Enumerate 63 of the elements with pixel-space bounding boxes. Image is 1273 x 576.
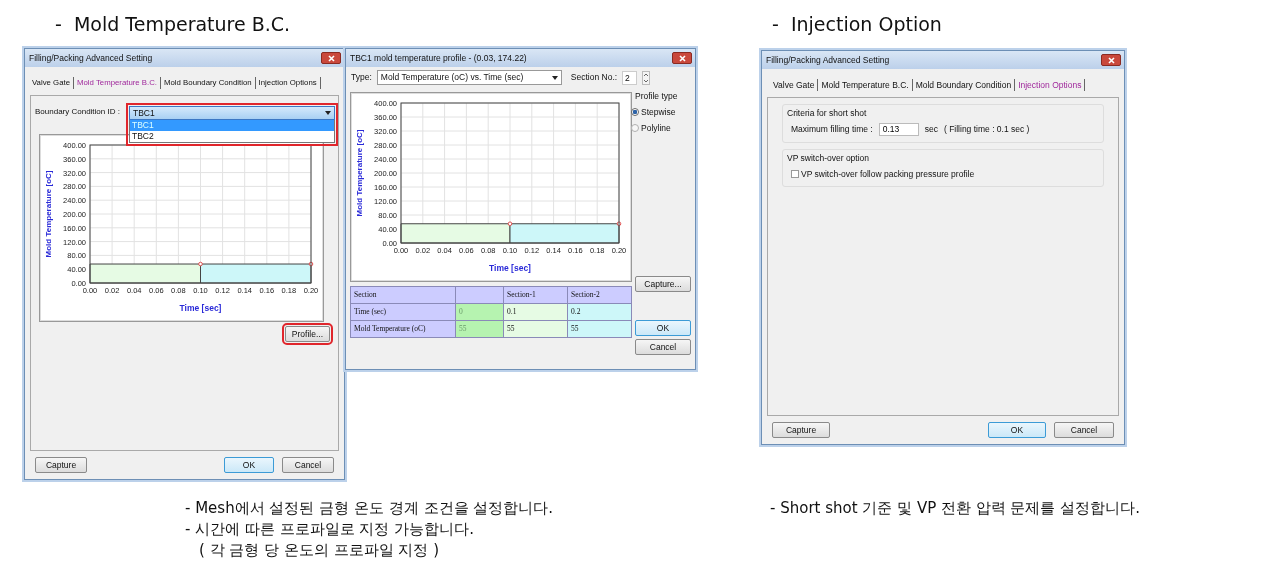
checkbox-label: VP switch-over follow packing pressure profile [801, 167, 975, 181]
data-point [507, 221, 513, 227]
unit-label: sec [924, 122, 938, 136]
dropdown-option[interactable]: TBC2 [130, 131, 334, 142]
cancel-button[interactable]: Cancel [1054, 422, 1114, 438]
spinner-icon[interactable] [642, 70, 651, 85]
tab[interactable]: Mold Temperature B.C. [818, 79, 913, 91]
capture-button[interactable]: Capture... [635, 276, 691, 293]
field-label: Boundary Condition ID : [35, 106, 120, 118]
type-dropdown[interactable]: Mold Temperature (oC) vs. Time (sec) [376, 70, 562, 85]
group-title: Profile type [635, 90, 679, 103]
section-number-field[interactable]: 2 [622, 70, 638, 85]
cancel-button[interactable]: Cancel [282, 457, 334, 473]
ok-button[interactable]: OK [635, 320, 691, 337]
axis-title: Time [sec] [489, 263, 531, 273]
close-button[interactable] [1101, 54, 1121, 66]
data-point [308, 261, 314, 267]
note-text: ( 각 금형 당 온도의 프로파일 지정 ) [198, 540, 441, 561]
axis-title: Time [sec] [179, 303, 222, 313]
dropdown-value: TBC1 [133, 106, 155, 120]
cancel-button[interactable]: Cancel [635, 339, 691, 356]
window-title: TBC1 mold temperature profile - (0.03, 174.22) [350, 51, 527, 65]
close-button[interactable] [321, 52, 341, 64]
capture-button[interactable]: Capture [772, 422, 830, 438]
axis-title: Mold Temperature [oC] [44, 170, 53, 258]
data-point [616, 221, 622, 227]
info-text: ( Filling time : 0.1 sec ) [943, 122, 1030, 136]
radio-button[interactable] [631, 123, 639, 132]
group-title: Criteria for short shot [787, 107, 868, 120]
window-title: Filling/Packing Advanced Setting [29, 51, 153, 65]
profile-button[interactable]: Profile... [284, 326, 330, 342]
field-label: Maximum filling time : [791, 122, 873, 136]
caret-icon [551, 75, 558, 80]
tab[interactable]: Mold Boundary Condition [912, 79, 1016, 91]
dropdown-field[interactable]: TBC1 [129, 106, 335, 120]
tab[interactable]: Valve Gate [770, 79, 819, 91]
caret-icon [325, 111, 331, 115]
radio-label: Polyline [641, 121, 671, 135]
section-heading: - Mold Temperature B.C. [55, 12, 291, 37]
group-title: VP switch-over option [787, 151, 871, 165]
radio-button[interactable] [631, 108, 639, 117]
axis-title: Mold Temperature [oC] [355, 129, 364, 217]
capture-button[interactable]: Capture [35, 457, 87, 473]
input-field[interactable]: 0.13 [878, 122, 919, 136]
close-icon [327, 54, 335, 62]
close-icon [678, 54, 686, 62]
checkbox[interactable] [791, 169, 799, 178]
window-title: Filling/Packing Advanced Setting [766, 53, 890, 67]
note-text: - Mesh에서 설정된 금형 온도 경계 조건을 설정합니다. [185, 498, 554, 519]
field-label: Type: [351, 71, 372, 84]
ok-button[interactable]: OK [988, 422, 1046, 438]
note-text: - Short shot 기준 및 VP 전환 압력 문제를 설정합니다. [770, 498, 1141, 519]
section-heading: - Injection Option [772, 12, 942, 37]
column-header [455, 286, 504, 304]
ok-button[interactable]: OK [224, 457, 274, 473]
close-icon [1107, 56, 1115, 64]
dropdown-value: Mold Temperature (oC) vs. Time (sec) [380, 71, 524, 84]
radio-label: Stepwise [641, 105, 676, 119]
note-text: - 시간에 따른 프로파일로 지정 가능합니다. [185, 519, 476, 540]
data-point [198, 261, 203, 267]
tab[interactable]: Injection Options [1015, 79, 1086, 91]
field-label: Section No.: [570, 71, 618, 84]
close-button[interactable] [672, 52, 692, 64]
